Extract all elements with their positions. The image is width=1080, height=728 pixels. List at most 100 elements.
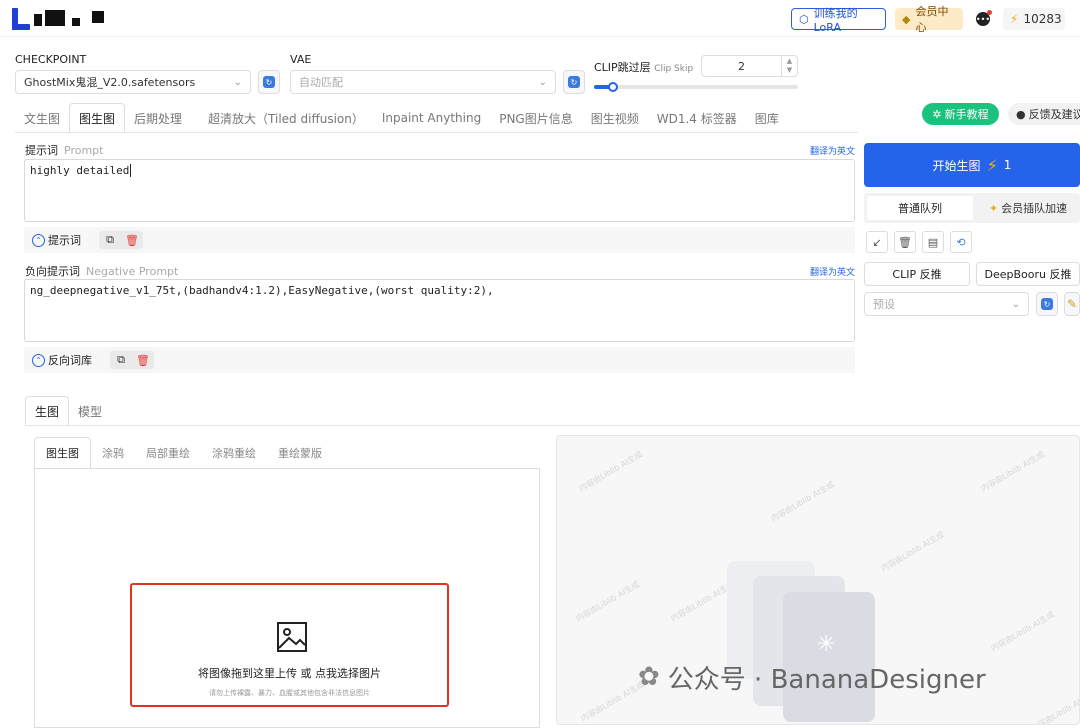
send-arrow-button[interactable]: ↙	[866, 231, 888, 253]
preset-select[interactable]: 预设 ⌄	[864, 292, 1029, 316]
tab-img2img-mode[interactable]: 图生图	[34, 437, 91, 469]
watermark: 内容由Liblib AI生成	[574, 579, 642, 624]
tab-img2img[interactable]: 图生图	[69, 103, 126, 133]
train-lora-label: 训练我的LoRA	[813, 6, 858, 34]
tab-wd14-tagger[interactable]: WD1.4 标签器	[648, 103, 746, 133]
prompt-toggle-label: 提示词	[48, 234, 81, 247]
queue-vip-option[interactable]: ✦ 会员插队加速	[976, 196, 1080, 220]
clear-button[interactable]: 🗑	[894, 231, 916, 253]
messages-button[interactable]: •••	[972, 8, 994, 30]
arrow-down-left-icon: ↙	[872, 235, 882, 249]
tab-model[interactable]: 模型	[69, 396, 111, 426]
prompt-toggle[interactable]: ⌃ 提示词	[32, 232, 81, 248]
clip-skip-slider[interactable]	[594, 82, 798, 92]
prompt-translate-link[interactable]: 翻译为英文	[810, 144, 855, 157]
vae-placeholder: 自动匹配	[299, 76, 343, 89]
tab-img2video[interactable]: 图生视频	[582, 103, 648, 133]
tab-sketch[interactable]: 涂鸦	[91, 437, 135, 469]
prompt-toolbar: ⌃ 提示词 ⧉ 🗑	[24, 227, 855, 253]
tab-extras[interactable]: 后期处理	[125, 103, 191, 133]
trash-icon: 🗑	[898, 235, 912, 249]
vae-label: VAE	[290, 53, 312, 66]
cube-icon: ⬡	[799, 12, 809, 26]
chevron-down-icon: ⌄	[233, 76, 242, 88]
negative-prompt-toggle-label: 反向词库	[48, 354, 92, 367]
copy-icon[interactable]: ⧉	[110, 351, 132, 369]
loading-spinner-icon: ✳	[817, 632, 836, 657]
chat-bubble-icon: ●	[1016, 107, 1026, 121]
tab-generate[interactable]: 生图	[25, 396, 70, 426]
tutorial-button[interactable]: ✲ 新手教程	[922, 103, 999, 125]
sub-tabs: 生图 模型	[25, 396, 111, 426]
vae-select[interactable]: 自动匹配 ⌄	[290, 70, 556, 94]
vip-center-button[interactable]: ◆ 会员中心	[895, 5, 963, 34]
tab-inpaint[interactable]: 局部重绘	[135, 437, 201, 469]
chevron-up-icon: ⌃	[32, 353, 45, 367]
image-dropzone[interactable]: 将图像拖到这里上传 或 点我选择图片 请勿上传裸露、暴力、血腥或其他包含非法信息…	[130, 583, 449, 707]
negative-prompt-label: 负向提示词 Negative Prompt	[25, 263, 178, 279]
preset-placeholder: 预设	[873, 298, 895, 311]
watermark: 内容由Liblib AI生成	[577, 449, 645, 494]
prompt-label-cn: 提示词	[25, 144, 58, 157]
generate-count: 1	[1003, 158, 1012, 172]
tab-inpaint-upload[interactable]: 重绘蒙版	[267, 437, 333, 469]
clip-skip-label-en: Clip Skip	[654, 64, 694, 74]
tab-inpaint-sketch[interactable]: 涂鸦重绘	[201, 437, 267, 469]
credits-badge[interactable]: ⚡ 10283	[1003, 8, 1065, 30]
tab-gallery[interactable]: 图库	[746, 103, 788, 133]
copy-icon[interactable]: ⧉	[99, 231, 121, 249]
tab-txt2img[interactable]: 文生图	[15, 103, 69, 133]
top-bar: ⬡ 训练我的LoRA ◆ 会员中心 ••• ⚡ 10283	[0, 0, 1080, 37]
clip-skip-input[interactable]: 2 ▲ ▼	[701, 55, 798, 77]
negative-prompt-tool-group: ⧉ 🗑	[110, 351, 154, 369]
chevron-up-icon: ⌃	[32, 233, 45, 247]
tutorial-label: 新手教程	[944, 108, 989, 121]
footer-watermark-text: 公众号 · BananaDesigner	[667, 664, 986, 695]
logo-text-redacted	[34, 14, 42, 26]
checkpoint-select[interactable]: GhostMix鬼混_V2.0.safetensors ⌄	[15, 70, 251, 94]
queue-selector: 普通队列 ✦ 会员插队加速	[864, 193, 1080, 223]
stepper-arrows[interactable]: ▲ ▼	[781, 56, 797, 76]
prompt-label: 提示词 Prompt	[25, 142, 103, 158]
tab-tiled-diffusion[interactable]: 超清放大（Tiled diffusion）	[191, 103, 373, 133]
vae-refresh-button[interactable]: ↻	[563, 70, 585, 94]
image-icon	[277, 622, 307, 652]
vip-center-label: 会员中心	[915, 5, 949, 34]
logo-icon[interactable]	[12, 8, 30, 30]
preset-edit-button[interactable]: ✎	[1064, 292, 1080, 316]
tab-png-info[interactable]: PNG图片信息	[490, 103, 582, 133]
refresh-icon: ↻	[568, 76, 580, 88]
notes-button[interactable]: ▤	[922, 231, 944, 253]
negative-prompt-translate-link[interactable]: 翻译为英文	[810, 265, 855, 278]
negative-prompt-textarea[interactable]: ng_deepnegative_v1_75t,(badhandv4:1.2),E…	[24, 279, 855, 342]
feedback-button[interactable]: ● 反馈及建议	[1008, 103, 1080, 125]
sparkle-icon: ✲	[932, 107, 942, 121]
boost-icon: ✦	[988, 201, 999, 215]
queue-normal-option[interactable]: 普通队列	[867, 196, 973, 220]
deepbooru-interrogate-button[interactable]: DeepBooru 反推	[976, 262, 1080, 286]
img2img-mode-tabs: 图生图 涂鸦 局部重绘 涂鸦重绘 重绘蒙版	[34, 437, 333, 469]
lightning-icon: ⚡	[1010, 12, 1019, 26]
trash-icon[interactable]: 🗑	[132, 351, 154, 369]
watermark: 内容由Liblib AI生成	[979, 449, 1047, 494]
clipboard-icon: ▤	[927, 235, 939, 249]
clip-interrogate-button[interactable]: CLIP 反推	[864, 262, 970, 286]
tab-inpaint-anything[interactable]: Inpaint Anything	[373, 103, 490, 133]
negative-prompt-toggle[interactable]: ⌃ 反向词库	[32, 352, 92, 368]
negative-prompt-label-en: Negative Prompt	[86, 265, 179, 278]
notification-dot	[987, 10, 992, 15]
negative-prompt-text: ng_deepnegative_v1_75t,(badhandv4:1.2),E…	[30, 284, 494, 297]
queue-vip-label: 会员插队加速	[1001, 202, 1068, 215]
prompt-textarea[interactable]: highly detailed	[24, 159, 855, 222]
trash-icon[interactable]: 🗑	[121, 231, 143, 249]
feedback-label: 反馈及建议	[1028, 108, 1080, 121]
checkpoint-refresh-button[interactable]: ↻	[258, 70, 280, 94]
undo-button[interactable]: ⟲	[950, 231, 972, 253]
preset-refresh-button[interactable]: ↻	[1036, 292, 1058, 316]
diamond-icon: ◆	[902, 12, 911, 26]
main-tabs: 文生图 图生图 后期处理 超清放大（Tiled diffusion） Inpai…	[15, 103, 788, 133]
train-lora-button[interactable]: ⬡ 训练我的LoRA	[791, 7, 886, 34]
slider-handle[interactable]	[608, 82, 618, 92]
generate-button[interactable]: 开始生图 ⚡ 1	[864, 143, 1080, 187]
clip-skip-label: CLIP跳过层 Clip Skip	[594, 59, 693, 75]
